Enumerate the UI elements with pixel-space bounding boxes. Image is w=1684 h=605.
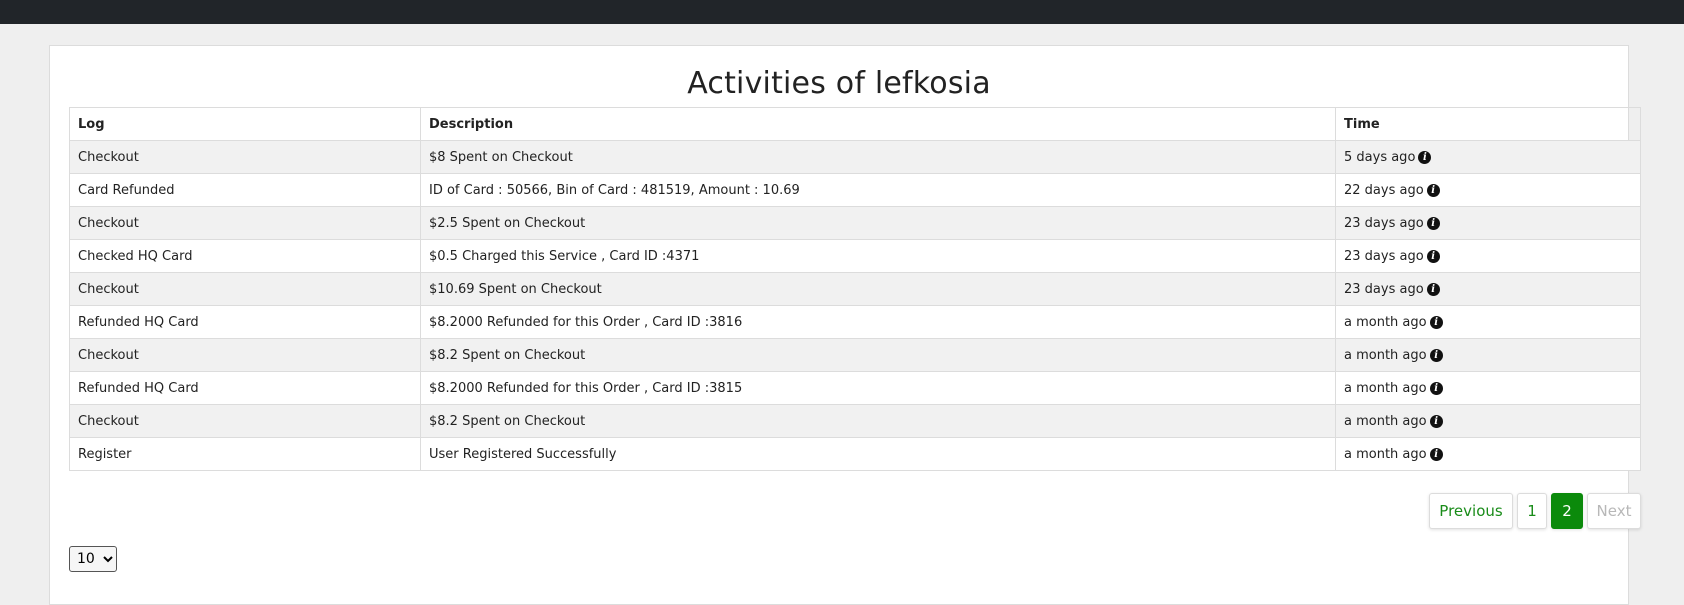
header-log: Log — [69, 107, 421, 141]
page-1-button[interactable]: 1 — [1517, 493, 1547, 529]
cell-description: $8 Spent on Checkout — [420, 140, 1336, 174]
table-row: Card Refunded ID of Card : 50566, Bin of… — [69, 173, 1641, 207]
table-row: Checkout $8 Spent on Checkout 5 days ago… — [69, 140, 1641, 174]
activities-table: Log Description Time Checkout $8 Spent o… — [69, 107, 1641, 471]
time-text: 23 days ago — [1344, 281, 1424, 297]
table-header-row: Log Description Time — [69, 107, 1641, 141]
cell-time: 23 days ago i — [1335, 239, 1641, 273]
time-text: 5 days ago — [1344, 149, 1416, 165]
cell-log: Register — [69, 437, 421, 471]
cell-time: 23 days ago i — [1335, 206, 1641, 240]
cell-log: Checkout — [69, 206, 421, 240]
cell-time: a month ago i — [1335, 371, 1641, 405]
table-row: Refunded HQ Card $8.2000 Refunded for th… — [69, 305, 1641, 339]
table-row: Checked HQ Card $0.5 Charged this Servic… — [69, 239, 1641, 273]
cell-description: $8.2000 Refunded for this Order , Card I… — [420, 371, 1336, 405]
time-text: a month ago — [1344, 380, 1427, 396]
cell-time: 22 days ago i — [1335, 173, 1641, 207]
header-time: Time — [1335, 107, 1641, 141]
cell-description: ID of Card : 50566, Bin of Card : 481519… — [420, 173, 1336, 207]
time-text: a month ago — [1344, 446, 1427, 462]
pagination: Previous 1 2 Next — [1429, 493, 1641, 529]
table-row: Checkout $8.2 Spent on Checkout a month … — [69, 404, 1641, 438]
cell-description: $8.2000 Refunded for this Order , Card I… — [420, 305, 1336, 339]
page-title: Activities of lefkosia — [687, 66, 991, 101]
cell-description: $2.5 Spent on Checkout — [420, 206, 1336, 240]
cell-time: a month ago i — [1335, 338, 1641, 372]
page-size-select[interactable]: 10 — [69, 546, 117, 572]
table-row: Checkout $2.5 Spent on Checkout 23 days … — [69, 206, 1641, 240]
cell-log: Card Refunded — [69, 173, 421, 207]
info-icon[interactable]: i — [1429, 414, 1443, 428]
top-navbar — [0, 0, 1684, 24]
info-icon[interactable]: i — [1418, 150, 1432, 164]
cell-log: Checkout — [69, 272, 421, 306]
time-text: a month ago — [1344, 314, 1427, 330]
info-icon[interactable]: i — [1429, 315, 1443, 329]
header-description: Description — [420, 107, 1336, 141]
info-icon[interactable]: i — [1429, 348, 1443, 362]
time-text: 23 days ago — [1344, 248, 1424, 264]
time-text: 23 days ago — [1344, 215, 1424, 231]
activities-card: Activities of lefkosia Log Description T… — [49, 45, 1641, 605]
info-icon[interactable]: i — [1426, 216, 1440, 230]
cell-time: a month ago i — [1335, 437, 1641, 471]
cell-description: $8.2 Spent on Checkout — [420, 338, 1336, 372]
cell-log: Checkout — [69, 140, 421, 174]
cell-time: a month ago i — [1335, 404, 1641, 438]
page-2-button[interactable]: 2 — [1551, 493, 1583, 529]
next-page-button[interactable]: Next — [1587, 493, 1641, 529]
info-icon[interactable]: i — [1429, 381, 1443, 395]
table-row: Checkout $10.69 Spent on Checkout 23 day… — [69, 272, 1641, 306]
time-text: a month ago — [1344, 347, 1427, 363]
cell-time: a month ago i — [1335, 305, 1641, 339]
time-text: a month ago — [1344, 413, 1427, 429]
info-icon[interactable]: i — [1429, 447, 1443, 461]
cell-description: User Registered Successfully — [420, 437, 1336, 471]
info-icon[interactable]: i — [1426, 282, 1440, 296]
table-row: Refunded HQ Card $8.2000 Refunded for th… — [69, 371, 1641, 405]
cell-time: 5 days ago i — [1335, 140, 1641, 174]
table-row: Checkout $8.2 Spent on Checkout a month … — [69, 338, 1641, 372]
cell-log: Checkout — [69, 338, 421, 372]
cell-description: $10.69 Spent on Checkout — [420, 272, 1336, 306]
cell-log: Checked HQ Card — [69, 239, 421, 273]
cell-log: Refunded HQ Card — [69, 371, 421, 405]
table-row: Register User Registered Successfully a … — [69, 437, 1641, 471]
cell-time: 23 days ago i — [1335, 272, 1641, 306]
cell-description: $8.2 Spent on Checkout — [420, 404, 1336, 438]
info-icon[interactable]: i — [1426, 183, 1440, 197]
cell-log: Checkout — [69, 404, 421, 438]
info-icon[interactable]: i — [1426, 249, 1440, 263]
cell-description: $0.5 Charged this Service , Card ID :437… — [420, 239, 1336, 273]
cell-log: Refunded HQ Card — [69, 305, 421, 339]
previous-page-button[interactable]: Previous — [1429, 493, 1513, 529]
time-text: 22 days ago — [1344, 182, 1424, 198]
